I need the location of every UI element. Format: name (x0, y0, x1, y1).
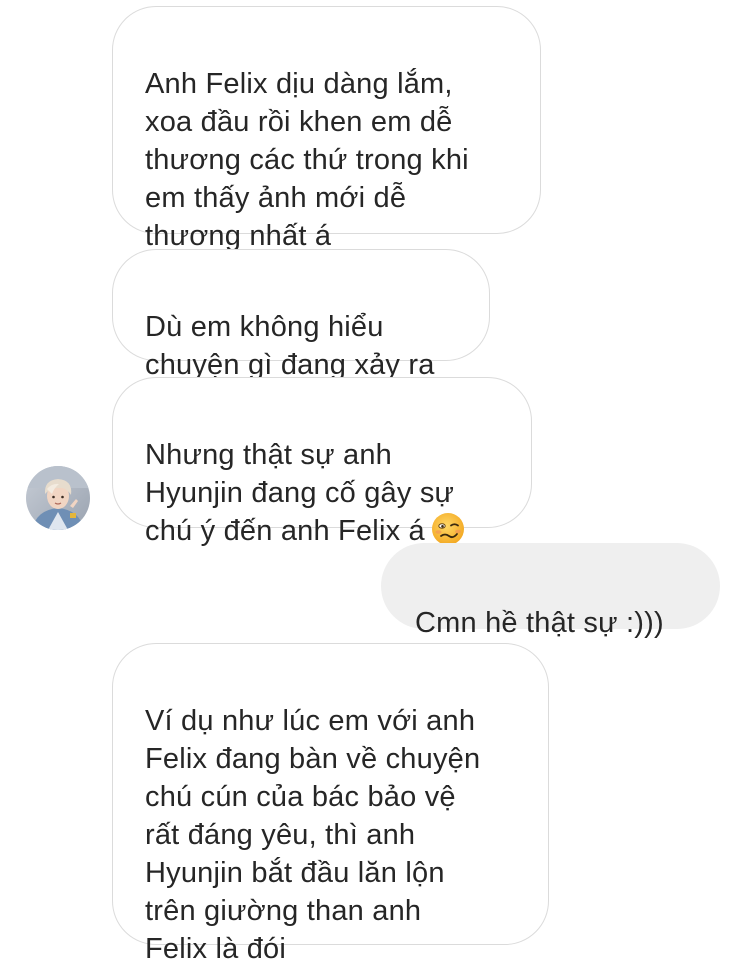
message-bubble-incoming[interactable]: Dù em không hiểu chuyện gì đang xảy ra (112, 249, 490, 381)
avatar-photo (26, 466, 90, 530)
message-text: Dù em không hiểu chuyện gì đang xảy ra (145, 311, 435, 381)
message-bubble-incoming[interactable]: Ví dụ như lúc em với anh Felix đang bàn … (112, 643, 549, 965)
message-bubble-outgoing[interactable]: Cmn hề thật sự :))) (381, 543, 720, 639)
message-text: Ví dụ như lúc em với anh Felix đang bàn … (145, 705, 481, 965)
contact-avatar[interactable] (26, 466, 90, 530)
message-text: Anh Felix dịu dàng lắm, xoa đầu rồi khen… (145, 68, 469, 252)
message-text: Nhưng thật sự anh Hyunjin đang cố gây sự… (145, 439, 455, 547)
message-text: Cmn hề thật sự :))) (415, 607, 664, 639)
message-bubble-incoming[interactable]: Anh Felix dịu dàng lắm, xoa đầu rồi khen… (112, 6, 541, 252)
message-bubble-incoming[interactable]: Nhưng thật sự anh Hyunjin đang cố gây sự… (112, 377, 532, 547)
